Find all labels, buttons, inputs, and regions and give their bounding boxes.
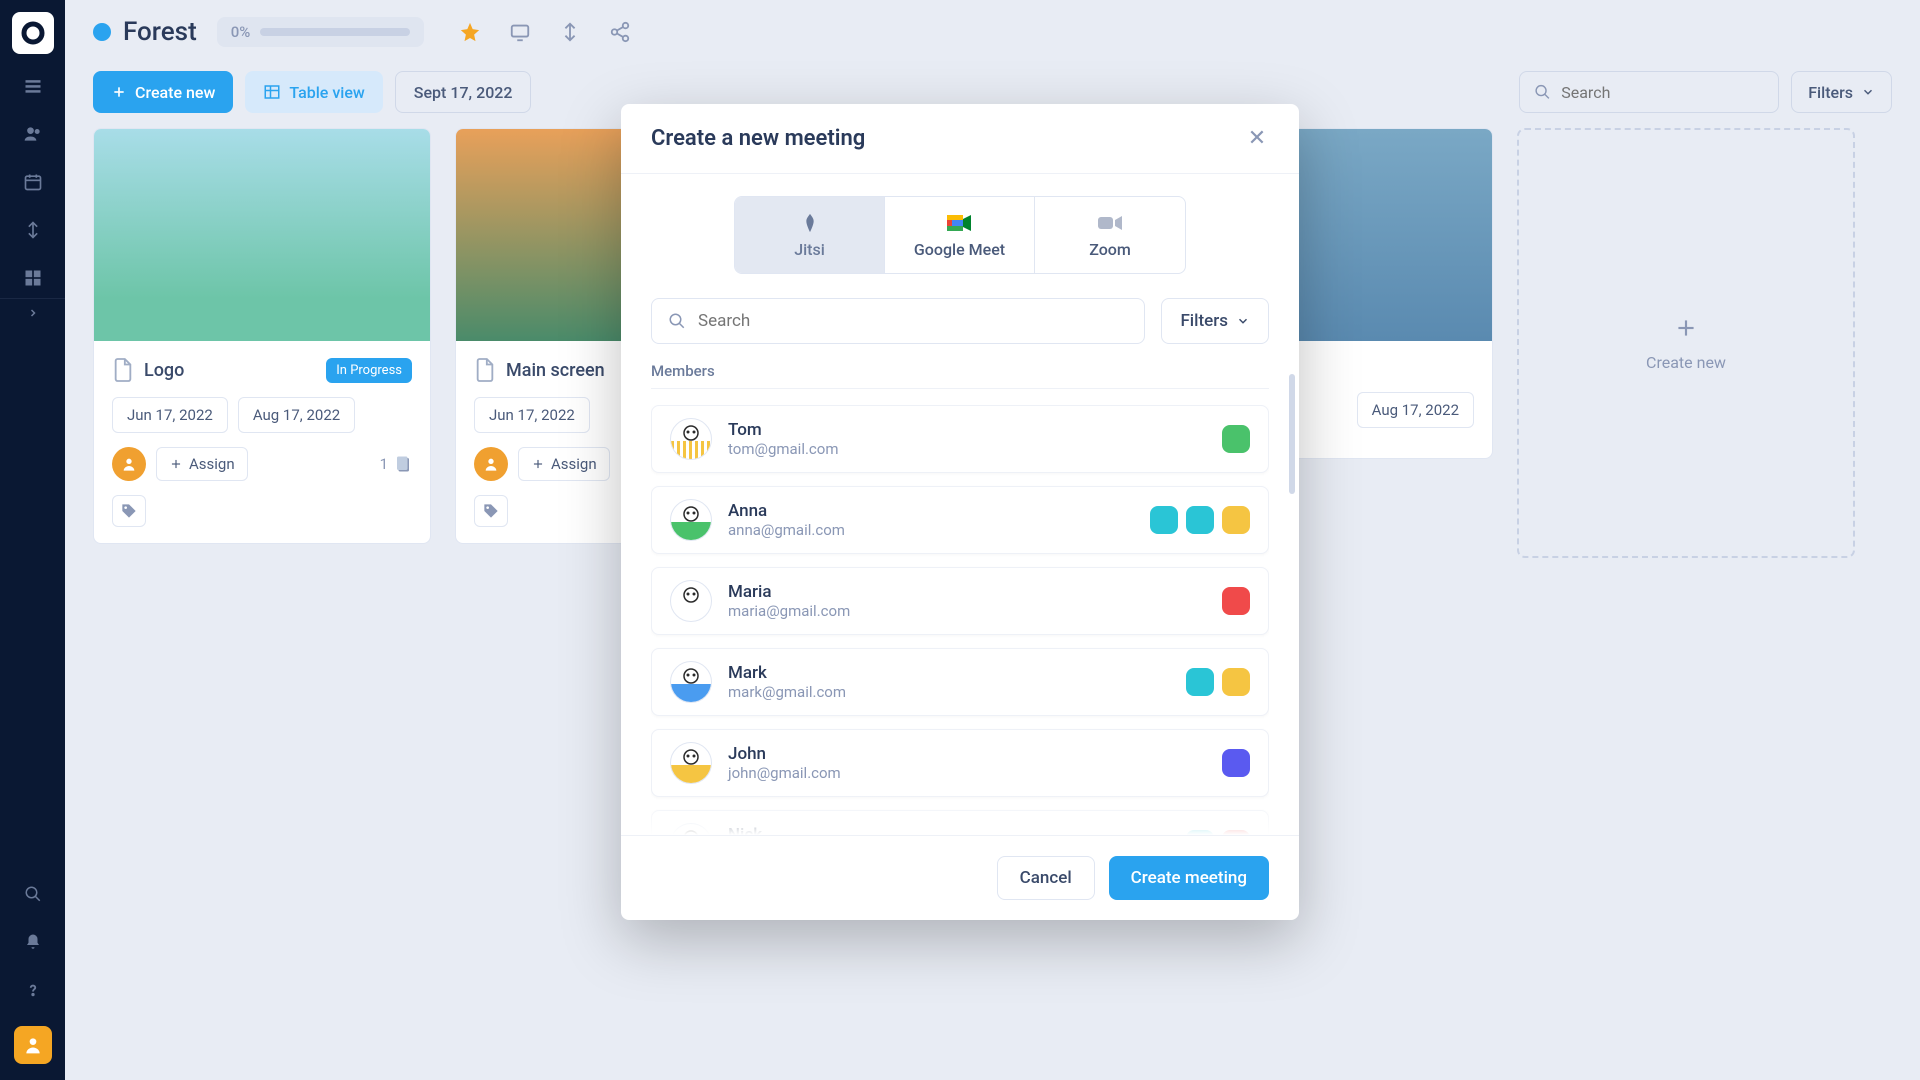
- provider-tabs: Jitsi Google Meet Zoom: [734, 196, 1186, 274]
- tag-color: [1222, 749, 1250, 777]
- member-name: John: [728, 744, 1206, 764]
- member-row[interactable]: Mark mark@gmail.com: [651, 648, 1269, 716]
- tag-color: [1150, 506, 1178, 534]
- member-name: Maria: [728, 582, 1206, 602]
- zoom-icon: [1097, 212, 1123, 234]
- tag-color: [1222, 425, 1250, 453]
- members-section-label: Members: [651, 362, 1269, 380]
- member-list: Tom tom@gmail.com Anna anna@gmail.com Ma…: [651, 405, 1269, 835]
- chevron-down-icon: [1236, 314, 1250, 328]
- modal-search-input[interactable]: [651, 298, 1145, 344]
- member-name: Tom: [728, 420, 1206, 440]
- tab-google-meet-label: Google Meet: [914, 240, 1005, 259]
- member-avatar: [670, 742, 712, 784]
- tag-color: [1222, 506, 1250, 534]
- tab-jitsi[interactable]: Jitsi: [735, 197, 885, 273]
- member-tags: [1186, 668, 1250, 696]
- modal-search-field[interactable]: [698, 311, 1128, 331]
- create-meeting-label: Create meeting: [1131, 868, 1247, 888]
- create-meeting-modal: Create a new meeting ✕ Jitsi Google Meet…: [621, 104, 1299, 920]
- modal-filters-label: Filters: [1180, 311, 1228, 331]
- modal-filters-button[interactable]: Filters: [1161, 298, 1269, 344]
- member-row[interactable]: Tom tom@gmail.com: [651, 405, 1269, 473]
- member-email: maria@gmail.com: [728, 602, 1206, 620]
- member-row[interactable]: John john@gmail.com: [651, 729, 1269, 797]
- jitsi-icon: [797, 212, 823, 234]
- tab-jitsi-label: Jitsi: [794, 240, 825, 259]
- divider: [651, 388, 1269, 389]
- member-name: Anna: [728, 501, 1134, 521]
- member-tags: [1186, 830, 1250, 835]
- close-icon[interactable]: ✕: [1245, 127, 1269, 151]
- tab-zoom[interactable]: Zoom: [1035, 197, 1185, 273]
- member-name: Nick: [728, 825, 1170, 835]
- search-icon: [668, 312, 686, 330]
- member-tags: [1222, 587, 1250, 615]
- member-tags: [1222, 425, 1250, 453]
- create-meeting-button[interactable]: Create meeting: [1109, 856, 1269, 900]
- tag-color: [1186, 506, 1214, 534]
- member-row[interactable]: Maria maria@gmail.com: [651, 567, 1269, 635]
- tag-color: [1186, 668, 1214, 696]
- google-meet-icon: [947, 212, 973, 234]
- tab-zoom-label: Zoom: [1089, 240, 1131, 259]
- member-name: Mark: [728, 663, 1170, 683]
- member-tags: [1222, 749, 1250, 777]
- tag-color: [1222, 668, 1250, 696]
- tag-color: [1186, 830, 1214, 835]
- modal-title: Create a new meeting: [651, 126, 865, 151]
- member-row[interactable]: Nick nick@gmail.com: [651, 810, 1269, 835]
- member-avatar: [670, 499, 712, 541]
- tab-google-meet[interactable]: Google Meet: [885, 197, 1035, 273]
- member-avatar: [670, 661, 712, 703]
- member-email: mark@gmail.com: [728, 683, 1170, 701]
- tag-color: [1222, 830, 1250, 835]
- modal-overlay: Create a new meeting ✕ Jitsi Google Meet…: [0, 0, 1920, 1080]
- member-avatar: [670, 580, 712, 622]
- member-email: tom@gmail.com: [728, 440, 1206, 458]
- member-avatar: [670, 823, 712, 835]
- member-row[interactable]: Anna anna@gmail.com: [651, 486, 1269, 554]
- tag-color: [1222, 587, 1250, 615]
- scrollbar[interactable]: [1289, 374, 1295, 494]
- member-email: john@gmail.com: [728, 764, 1206, 782]
- member-avatar: [670, 418, 712, 460]
- member-email: anna@gmail.com: [728, 521, 1134, 539]
- cancel-label: Cancel: [1020, 868, 1072, 888]
- member-tags: [1150, 506, 1250, 534]
- cancel-button[interactable]: Cancel: [997, 856, 1095, 900]
